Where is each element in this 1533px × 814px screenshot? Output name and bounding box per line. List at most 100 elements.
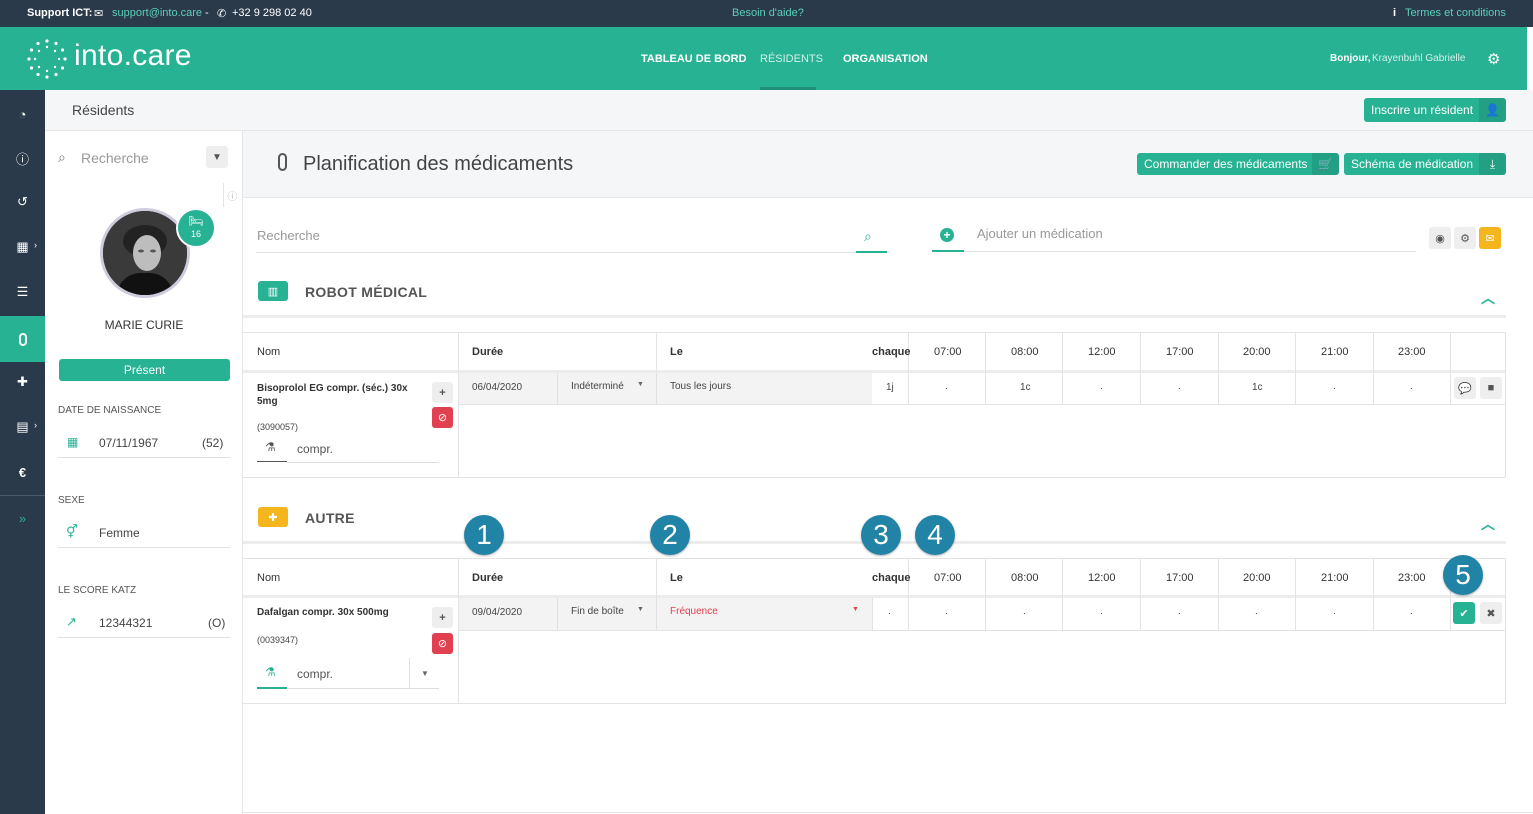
dose-cell[interactable]: 1c <box>1020 382 1031 393</box>
table-border <box>1505 332 1506 477</box>
resident-search-input[interactable]: Recherche <box>81 150 149 166</box>
dose-cell[interactable]: . <box>1023 606 1026 617</box>
user-name[interactable]: Krayenbuhl Gabrielle <box>1372 53 1465 64</box>
col-header-time: 17:00 <box>1166 346 1194 358</box>
callout-badge: 2 <box>650 515 690 555</box>
col-divider <box>656 598 657 630</box>
dose-cell[interactable]: . <box>1178 606 1181 617</box>
chevron-up-icon[interactable]: ︿ <box>1481 288 1495 308</box>
chevron-up-icon[interactable]: ︿ <box>1481 514 1495 534</box>
col-header-time: 12:00 <box>1088 572 1116 584</box>
medication-search-input[interactable]: Recherche <box>257 228 320 243</box>
unit-select[interactable]: compr. <box>297 667 333 681</box>
table-border <box>243 477 1506 478</box>
col-divider <box>656 373 657 404</box>
stop-square-icon[interactable]: ■ <box>1480 377 1502 399</box>
frequency-select[interactable]: Fréquence <box>670 606 718 617</box>
nav-dashboard[interactable]: TABLEAU DE BORD <box>641 53 747 65</box>
duration-select[interactable]: Fin de boîte <box>571 606 624 617</box>
download-icon: ⤓ <box>1479 153 1506 175</box>
dose-cell[interactable]: . <box>1410 606 1413 617</box>
comment-icon[interactable]: 💬 <box>1454 377 1476 399</box>
col-divider <box>557 373 558 404</box>
enroll-resident-button[interactable]: Inscrire un résident 👤 <box>1364 98 1506 122</box>
unit-underline <box>287 462 439 463</box>
filter-icon[interactable]: ▼ <box>206 146 228 168</box>
bed-icon: 🛏 <box>188 214 204 228</box>
info-icon[interactable]: ⓘ <box>223 183 241 207</box>
logo-text[interactable]: into.care <box>74 39 192 73</box>
sidebar-item-billing[interactable]: € <box>0 450 45 494</box>
dose-cell[interactable]: . <box>1333 606 1336 617</box>
gender-icon: ⚥ <box>66 524 78 539</box>
schedule-field[interactable]: Tous les jours <box>670 381 731 392</box>
order-medication-button[interactable]: Commander des médicaments 🛒 <box>1137 153 1339 175</box>
add-dose-button[interactable]: + <box>432 607 453 628</box>
sidebar-item-dashboard[interactable]: ◔ <box>0 92 45 136</box>
medkit-icon: ✚ <box>17 374 28 389</box>
sidebar-item-calendar[interactable]: ▦ › <box>0 225 45 269</box>
settings-gear-icon[interactable]: ⚙ <box>1487 50 1500 68</box>
stop-medication-button[interactable]: ⊘ <box>432 407 453 428</box>
caret-down-icon[interactable]: ▼ <box>421 669 429 678</box>
status-badge[interactable]: Présent <box>59 359 230 381</box>
duration-select[interactable]: Indéterminé <box>571 381 624 392</box>
info-circle-icon: ⓘ <box>15 151 29 167</box>
support-email-link[interactable]: support@into.care <box>112 7 202 19</box>
confirm-check-icon[interactable]: ✔ <box>1453 602 1475 624</box>
add-dose-button[interactable]: + <box>432 382 453 403</box>
sidebar-item-medication[interactable] <box>0 316 45 362</box>
dose-cell[interactable]: . <box>1100 606 1103 617</box>
sidebar-item-documents[interactable]: ▤ › <box>0 405 45 449</box>
plus-circle-icon[interactable]: + <box>940 228 954 242</box>
help-link[interactable]: Besoin d'aide? <box>732 7 804 19</box>
dose-cell[interactable]: . <box>1255 606 1258 617</box>
caret-down-icon: ▼ <box>852 606 859 613</box>
info-icon: i <box>1393 7 1397 19</box>
caret-down-icon: ▼ <box>637 606 644 613</box>
select-divider <box>409 658 410 688</box>
sidebar-item-history[interactable]: ↺ <box>0 180 45 224</box>
col-divider <box>1062 558 1063 630</box>
table-header-bottom <box>243 595 1506 598</box>
col-divider <box>1450 332 1451 404</box>
nav-residents[interactable]: RÉSIDENTS <box>760 53 823 65</box>
dose-cell[interactable]: . <box>945 606 948 617</box>
dose-cell[interactable]: . <box>1100 381 1103 392</box>
col-divider <box>908 558 909 630</box>
sidebar-item-medical-kit[interactable]: ✚ <box>0 360 45 404</box>
medication-schema-button[interactable]: Schéma de médication ⤓ <box>1344 153 1506 175</box>
col-header-time: 08:00 <box>1011 572 1039 584</box>
search-icon[interactable]: ⌕ <box>864 228 872 245</box>
start-date-field[interactable]: 06/04/2020 <box>472 382 522 393</box>
envelope-icon[interactable]: ✉ <box>1479 227 1501 249</box>
medication-name-line: 5mg <box>257 396 278 407</box>
gear-icon[interactable]: ⚙ <box>1454 227 1476 249</box>
sex-value: Femme <box>99 526 140 540</box>
start-date-field[interactable]: 09/04/2020 <box>472 607 522 618</box>
every-value[interactable]: 1j <box>886 382 894 393</box>
terms-link[interactable]: Termes et conditions <box>1405 7 1506 19</box>
dose-cell[interactable]: . <box>1333 381 1336 392</box>
stop-medication-button[interactable]: ⊘ <box>432 633 453 654</box>
dose-cell[interactable]: . <box>1178 381 1181 392</box>
dose-cell[interactable]: 1c <box>1252 382 1263 393</box>
add-medication-input[interactable]: Ajouter un médication <box>977 226 1103 241</box>
document-icon: ▤ <box>16 419 29 434</box>
sidebar-item-info[interactable]: ⓘ <box>0 136 45 180</box>
table-border <box>243 558 1506 559</box>
dose-cell[interactable]: . <box>945 381 948 392</box>
sidebar-expand[interactable]: » <box>0 496 45 540</box>
nav-organisation[interactable]: ORGANISATION <box>843 53 928 65</box>
callout-badge: 4 <box>915 515 955 555</box>
sidebar-item-list[interactable]: ☰ <box>0 270 45 314</box>
room-badge: 🛏 16 <box>176 208 216 248</box>
eye-icon[interactable]: ◉ <box>1429 227 1451 249</box>
search-underline-active <box>856 251 887 253</box>
dose-cell[interactable]: . <box>1410 381 1413 392</box>
every-value[interactable]: . <box>888 606 891 617</box>
cancel-x-icon[interactable]: ✖ <box>1480 602 1502 624</box>
col-divider <box>985 558 986 630</box>
section-title-other: AUTRE <box>305 510 355 526</box>
unit-underline <box>257 461 287 462</box>
